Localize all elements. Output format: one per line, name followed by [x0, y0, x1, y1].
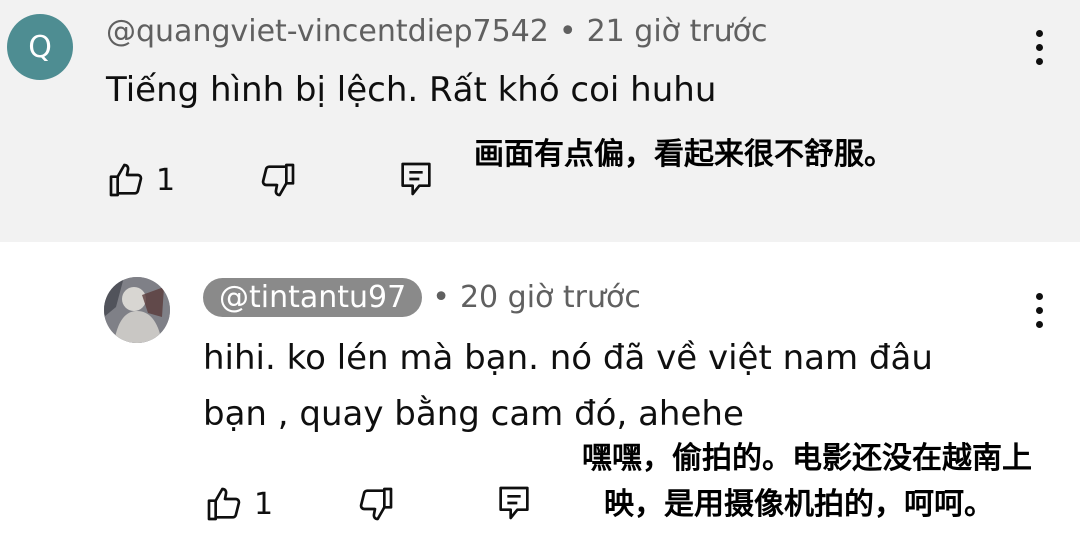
comment-time: 21 giờ trước: [586, 14, 768, 49]
reply-comment-icon: [401, 162, 431, 196]
thumbs-up-icon: [207, 487, 241, 521]
reply-comment-icon: [499, 486, 529, 520]
comment-text-line-2: bạn , quay bằng cam đó, ahehe: [203, 394, 744, 434]
comment-meta: @tintantu97 • 20 giờ trước: [203, 278, 641, 317]
meta-separator: •: [558, 14, 577, 49]
translation-caption: 画面有点偏，看起来很不舒服。: [474, 137, 894, 172]
reply-button[interactable]: [494, 482, 534, 524]
like-count: 1: [156, 162, 176, 198]
more-vertical-icon[interactable]: [1029, 293, 1049, 328]
comment-meta: @quangviet-vincentdiep7542 • 21 giờ trước: [106, 14, 768, 49]
thumbs-down-icon: [261, 163, 295, 197]
like-button[interactable]: 1: [106, 160, 175, 200]
thumbs-down-icon: [359, 487, 393, 521]
translation-caption-line-2: 映，是用摄像机拍的，呵呵。: [604, 487, 994, 522]
comment-text: Tiếng hình bị lệch. Rất khó coi huhu: [106, 70, 717, 110]
comment-text-line-1: hihi. ko lén mà bạn. nó đã về việt nam đ…: [203, 338, 933, 378]
meta-separator: •: [432, 280, 450, 315]
comment-thread-top: Q @quangviet-vincentdiep7542 • 21 giờ trướ…: [0, 0, 1080, 242]
author-handle[interactable]: @quangviet-vincentdiep7542: [106, 14, 549, 49]
dislike-button[interactable]: [258, 160, 298, 200]
more-vertical-icon[interactable]: [1029, 30, 1049, 65]
author-handle[interactable]: @tintantu97: [203, 278, 423, 317]
like-count: 1: [254, 486, 274, 522]
reply-button[interactable]: [396, 158, 436, 200]
comment-time: 20 giờ trước: [459, 280, 641, 315]
thumbs-up-icon: [109, 163, 143, 197]
avatar[interactable]: Q: [7, 14, 73, 80]
translation-caption-line-1: 嘿嘿，偷拍的。电影还没在越南上: [582, 441, 1032, 476]
avatar[interactable]: [104, 277, 170, 343]
like-button[interactable]: 1: [204, 484, 273, 524]
dislike-button[interactable]: [356, 484, 396, 524]
